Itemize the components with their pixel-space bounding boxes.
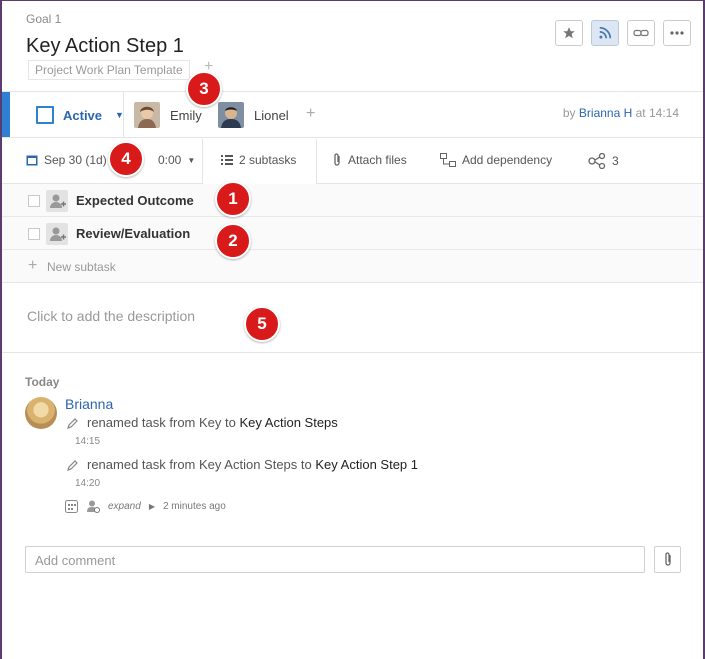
byline-time: at 14:14 <box>635 106 679 120</box>
chevron-right-icon[interactable]: ▶ <box>149 502 155 511</box>
paperclip-icon <box>334 153 340 166</box>
annotation-marker-5: 5 <box>244 306 280 342</box>
status-label: Active <box>63 108 103 123</box>
new-subtask-button[interactable]: + New subtask <box>2 250 703 283</box>
subtasks-label: 2 subtasks <box>239 153 297 167</box>
task-toolbar: Sep 30 (1d) 0:00 ▼ 2 subtasks Attach fil… <box>2 139 703 184</box>
activity-time: 14:20 <box>75 478 101 489</box>
breadcrumb[interactable]: Goal 1 <box>26 12 184 26</box>
activity-to-word: to <box>225 415 236 430</box>
annotation-marker-1: 1 <box>215 181 251 217</box>
activity-ago: 2 minutes ago <box>162 500 226 512</box>
author-link[interactable]: Brianna H <box>579 106 632 120</box>
duration-label: 0:00 <box>158 153 182 167</box>
activity-stream: Today Brianna renamed task from Key to K… <box>25 375 418 513</box>
subtask-checkbox[interactable] <box>28 228 40 240</box>
user-icon <box>87 500 100 513</box>
status-checkbox[interactable] <box>36 106 54 124</box>
comment-input[interactable]: Add comment <box>25 546 645 573</box>
duration-dropdown[interactable]: 0:00 ▼ <box>158 153 195 167</box>
attach-files-button[interactable]: Attach files <box>332 153 407 167</box>
activity-time: 14:15 <box>75 436 101 447</box>
comment-attach-button[interactable] <box>654 546 681 573</box>
due-date-label: Sep 30 (1d) <box>44 153 107 167</box>
follow-button[interactable] <box>591 20 619 46</box>
expand-link[interactable]: expand <box>108 501 141 512</box>
subtasks-tab-inner: 2 subtasks <box>221 153 296 167</box>
calendar-grid-icon <box>65 499 78 513</box>
activity-item: renamed task from Key Action Steps to Ke… <box>67 457 418 472</box>
day-heading: Today <box>25 375 60 389</box>
annotation-marker-2: 2 <box>215 223 251 259</box>
description-placeholder: Click to add the description <box>27 308 196 324</box>
annotation-marker-4: 4 <box>108 141 144 177</box>
calendar-icon <box>26 155 38 166</box>
assign-user-button[interactable] <box>46 223 68 245</box>
activity-text: renamed task from <box>87 457 196 472</box>
author-byline: by Brianna H at 14:14 <box>563 106 679 120</box>
due-date-button[interactable]: Sep 30 (1d) <box>26 153 107 167</box>
share-count: 3 <box>612 154 619 168</box>
chevron-down-icon: ▼ <box>115 110 124 120</box>
more-button[interactable] <box>663 20 691 46</box>
paperclip-icon <box>664 552 671 566</box>
activity-meta: expand ▶ 2 minutes ago <box>65 499 226 513</box>
share-button[interactable]: 3 <box>588 153 619 169</box>
subtask-title[interactable]: Expected Outcome <box>76 193 194 208</box>
task-header: Goal 1 Key Action Step 1 <box>26 12 184 58</box>
list-item: Review/Evaluation <box>2 217 703 250</box>
add-dependency-label: Add dependency <box>462 153 553 167</box>
status-dropdown[interactable]: Active ▼ <box>2 92 124 137</box>
new-subtask-label: New subtask <box>47 260 116 274</box>
pencil-icon <box>67 459 78 471</box>
star-button[interactable] <box>555 20 583 46</box>
dependency-icon <box>440 153 456 167</box>
task-title[interactable]: Key Action Step 1 <box>26 35 184 58</box>
assignee-lionel[interactable]: Lionel <box>218 102 289 128</box>
activity-user-link[interactable]: Brianna <box>65 396 113 412</box>
star-icon <box>563 27 575 39</box>
more-icon <box>670 31 684 35</box>
activity-to: Key Action Steps <box>239 415 338 430</box>
subtask-title[interactable]: Review/Evaluation <box>76 226 190 241</box>
pencil-icon <box>67 417 78 429</box>
annotation-marker-3: 3 <box>186 71 222 107</box>
activity-item: renamed task from Key to Key Action Step… <box>67 415 338 430</box>
link-icon <box>633 29 649 37</box>
folder-tag[interactable]: Project Work Plan Template <box>28 60 190 80</box>
add-assignee-button[interactable]: + <box>306 105 315 123</box>
attach-files-label: Attach files <box>348 153 407 167</box>
copy-link-button[interactable] <box>627 20 655 46</box>
subtask-checkbox[interactable] <box>28 195 40 207</box>
share-icon <box>588 153 606 169</box>
assignee-emily[interactable]: Emily <box>134 102 202 128</box>
plus-icon: + <box>28 257 38 274</box>
avatar <box>134 102 160 128</box>
list-item: Expected Outcome <box>2 184 703 217</box>
activity-to-word: to <box>300 457 312 472</box>
activity-to: Key Action Step 1 <box>315 457 418 472</box>
header-actions <box>555 20 691 46</box>
rss-icon <box>599 26 612 39</box>
assign-user-button[interactable] <box>46 190 68 212</box>
chevron-down-icon: ▼ <box>187 155 196 165</box>
list-icon <box>221 155 233 165</box>
activity-from: Key Action Steps <box>199 457 298 472</box>
activity-text: renamed task from <box>87 415 196 430</box>
subtask-list: Expected Outcome Review/Evaluation + New… <box>2 184 703 283</box>
activity-from: Key <box>199 415 222 430</box>
status-assignee-row: Active ▼ Emily Lionel + by Brianna H at … <box>2 91 703 138</box>
avatar <box>218 102 244 128</box>
add-user-icon <box>50 227 66 241</box>
comment-placeholder: Add comment <box>35 553 116 568</box>
add-user-icon <box>50 194 66 208</box>
tab-subtasks[interactable]: 2 subtasks <box>202 139 317 184</box>
assignee-name: Lionel <box>254 107 289 123</box>
avatar[interactable] <box>25 397 57 429</box>
add-dependency-button[interactable]: Add dependency <box>440 153 552 167</box>
assignee-name: Emily <box>170 107 202 123</box>
description-editor[interactable]: Click to add the description <box>2 284 703 353</box>
byline-prefix: by <box>562 106 576 120</box>
